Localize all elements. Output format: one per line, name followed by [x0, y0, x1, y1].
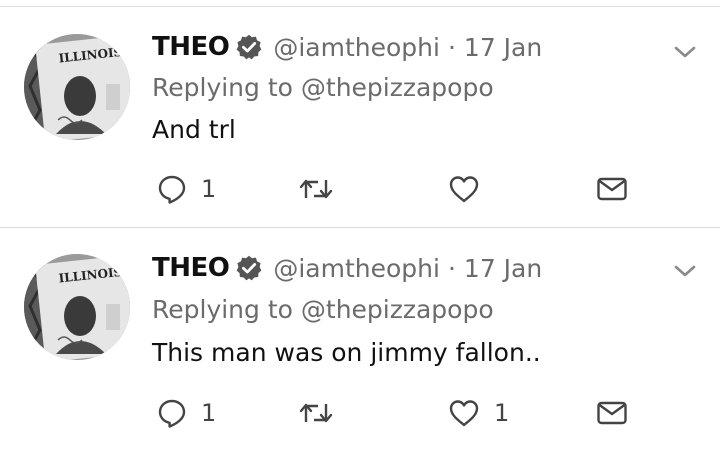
- retweet-icon: [299, 403, 333, 423]
- envelope-icon: [597, 401, 627, 425]
- more-options-chevron-down-icon[interactable]: [672, 43, 698, 61]
- reply-button[interactable]: 1: [157, 391, 216, 435]
- reply-icon: [158, 399, 186, 428]
- avatar-image: ILLINOIS: [24, 34, 130, 140]
- more-options-chevron-down-icon[interactable]: [672, 262, 698, 280]
- like-button[interactable]: 1: [448, 391, 509, 435]
- retweet-button[interactable]: [298, 167, 348, 211]
- tweet-text: This man was on jimmy fallon..: [152, 338, 541, 367]
- direct-message-button[interactable]: [596, 167, 628, 211]
- replying-to[interactable]: Replying to @thepizzapopo: [152, 73, 494, 102]
- tweet[interactable]: ILLINOIS THEO @iamtheophi · 17 Jan Reply…: [0, 229, 720, 449]
- tweet-text: And trl: [152, 115, 236, 144]
- heart-icon: [449, 176, 479, 203]
- verified-badge-icon: [235, 33, 263, 61]
- avatar-image: ILLINOIS: [24, 254, 130, 360]
- envelope-icon: [597, 177, 627, 201]
- tweet-date[interactable]: 17 Jan: [464, 33, 542, 62]
- direct-message-button[interactable]: [596, 391, 628, 435]
- separator-dot: ·: [447, 253, 456, 283]
- tweet-divider: [0, 227, 720, 228]
- tweet-actions: 1 1: [0, 391, 720, 435]
- tweet[interactable]: ILLINOIS THEO @iamtheophi · 17 Jan Reply…: [0, 7, 720, 227]
- reply-icon: [158, 175, 186, 204]
- avatar[interactable]: ILLINOIS: [24, 34, 130, 140]
- display-name[interactable]: THEO: [152, 253, 230, 283]
- replying-to[interactable]: Replying to @thepizzapopo: [152, 295, 494, 324]
- reply-count: 1: [201, 399, 217, 427]
- like-button[interactable]: [448, 167, 494, 211]
- avatar[interactable]: ILLINOIS: [24, 254, 130, 360]
- user-handle[interactable]: @iamtheophi: [273, 254, 440, 283]
- tweet-date[interactable]: 17 Jan: [464, 254, 542, 283]
- tweet-header: THEO @iamtheophi · 17 Jan: [152, 29, 542, 65]
- verified-badge-icon: [235, 254, 263, 282]
- reply-button[interactable]: 1: [157, 167, 216, 211]
- heart-icon: [449, 400, 479, 427]
- tweet-header: THEO @iamtheophi · 17 Jan: [152, 250, 542, 286]
- like-count: 1: [494, 399, 510, 427]
- reply-count: 1: [201, 175, 217, 203]
- retweet-button[interactable]: [298, 391, 348, 435]
- user-handle[interactable]: @iamtheophi: [273, 33, 440, 62]
- tweet-actions: 1: [0, 167, 720, 211]
- retweet-icon: [299, 179, 333, 199]
- separator-dot: ·: [447, 32, 456, 62]
- display-name[interactable]: THEO: [152, 32, 230, 62]
